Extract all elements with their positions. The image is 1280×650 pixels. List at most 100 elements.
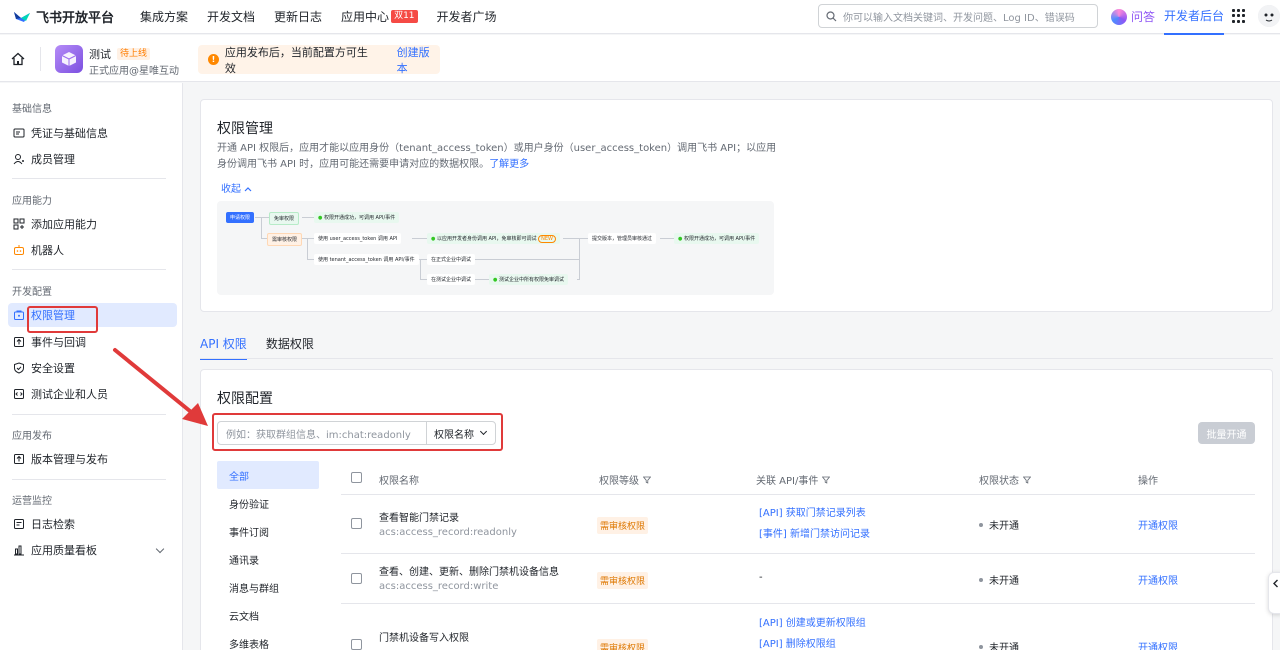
chevron-up-icon bbox=[244, 187, 252, 192]
feishu-logo-icon bbox=[14, 11, 30, 22]
select-all-checkbox[interactable] bbox=[351, 472, 362, 483]
category-auth[interactable]: 身份验证 bbox=[217, 489, 319, 517]
related-api-link[interactable]: [API] 删除权限组 bbox=[759, 635, 836, 650]
related-api-link[interactable]: [API] 创建或更新权限组 bbox=[759, 614, 866, 629]
event-icon bbox=[13, 336, 25, 348]
col-header-level-label: 权限等级 bbox=[599, 476, 639, 487]
app-name-text: 测试 bbox=[89, 48, 111, 61]
sidebar-item-add-capability[interactable]: 添加应用能力 bbox=[8, 212, 177, 236]
col-header-api[interactable]: 关联 API/事件 bbox=[756, 472, 831, 487]
sidebar-divider bbox=[12, 479, 166, 480]
filter-icon bbox=[822, 476, 831, 484]
category-docs[interactable]: 云文档 bbox=[217, 601, 319, 629]
category-events[interactable]: 事件订阅 bbox=[217, 517, 319, 545]
enable-permission-link[interactable]: 开通权限 bbox=[1138, 639, 1178, 650]
col-header-api-label: 关联 API/事件 bbox=[756, 476, 819, 487]
flow-test-free: ● 测试企业中所有权限免审调试 bbox=[489, 274, 568, 285]
shield-icon bbox=[13, 362, 25, 374]
config-title: 权限配置 bbox=[217, 391, 273, 407]
flow-connector bbox=[420, 279, 427, 280]
tab-data-permissions[interactable]: 数据权限 bbox=[266, 335, 314, 360]
status-text: 未开通 bbox=[989, 576, 1019, 587]
nav-developer-square[interactable]: 开发者广场 bbox=[437, 8, 497, 25]
sidebar-group-dev-config: 开发配置 bbox=[12, 287, 52, 298]
search-placeholder: 你可以输入文档关键词、开发问题、Log ID、错误码 bbox=[843, 12, 1075, 24]
sidebar-item-credentials[interactable]: 凭证与基础信息 bbox=[8, 121, 177, 145]
nav-app-center[interactable]: 应用中心 双11 bbox=[341, 8, 418, 25]
category-contacts[interactable]: 通讯录 bbox=[217, 545, 319, 573]
flow-connector bbox=[579, 238, 580, 279]
sidebar-item-members[interactable]: 成员管理 bbox=[8, 147, 177, 171]
flow-connector bbox=[261, 217, 262, 238]
annotation-highlight-permissions bbox=[27, 306, 98, 333]
flow-connector bbox=[577, 279, 580, 280]
ask-button[interactable]: 问答 bbox=[1111, 8, 1155, 25]
related-api-link[interactable]: [API] 获取门禁记录列表 bbox=[759, 504, 866, 519]
row-checkbox[interactable] bbox=[351, 518, 362, 529]
brand-name: 飞书开放平台 bbox=[36, 11, 115, 26]
status-dot bbox=[979, 577, 983, 582]
app-icon[interactable] bbox=[55, 45, 83, 73]
flow-connector bbox=[255, 217, 269, 218]
page-title: 权限管理 bbox=[217, 121, 273, 137]
apps-grid-icon[interactable] bbox=[1232, 9, 1246, 23]
test-icon bbox=[13, 388, 25, 400]
permission-icon bbox=[13, 309, 25, 321]
flow-new-badge: NEW bbox=[538, 235, 556, 243]
floating-side-tab[interactable] bbox=[1268, 572, 1280, 614]
permission-scope: acs:access_record:readonly bbox=[379, 527, 517, 538]
developer-console-tab[interactable]: 开发者后台 bbox=[1164, 0, 1225, 35]
col-header-status[interactable]: 权限状态 bbox=[979, 472, 1031, 487]
sidebar-item-quality-board[interactable]: 应用质量看板 bbox=[8, 538, 177, 562]
category-bitable[interactable]: 多维表格 bbox=[217, 629, 319, 650]
related-event-link[interactable]: [事件] 新增门禁访问记录 bbox=[759, 525, 870, 540]
category-all[interactable]: 全部 bbox=[217, 461, 319, 489]
flow-success-2-text: 权限开通成功，可调用 API/事件 bbox=[683, 236, 756, 242]
collapse-toggle[interactable]: 收起 bbox=[221, 180, 252, 195]
learn-more-link[interactable]: 了解更多 bbox=[489, 159, 529, 170]
sidebar-item-versions[interactable]: 版本管理与发布 bbox=[8, 447, 177, 471]
permission-scope: acs:access_record:write bbox=[379, 581, 499, 592]
permission-name: 查看智能门禁记录 bbox=[379, 513, 459, 524]
create-version-link[interactable]: 创建版本 bbox=[397, 44, 440, 76]
flow-success-1-text: 权限开通成功，可调用 API/事件 bbox=[323, 215, 396, 221]
sidebar-item-label: 测试企业和人员 bbox=[31, 388, 108, 401]
flow-use-tenant-token: 使用 tenant_access_token 调用 API/事件 bbox=[314, 254, 419, 265]
row-checkbox[interactable] bbox=[351, 573, 362, 584]
permission-status: 未开通 bbox=[979, 572, 1019, 587]
flow-connector bbox=[412, 238, 427, 239]
home-icon[interactable] bbox=[10, 51, 26, 67]
batch-enable-button[interactable]: 批量开通 bbox=[1198, 422, 1255, 444]
chevron-left-icon bbox=[1272, 579, 1278, 588]
col-header-status-label: 权限状态 bbox=[979, 476, 1019, 487]
sidebar-item-logs[interactable]: 日志检索 bbox=[8, 512, 177, 536]
flow-debug-text: 以应用开发者身份调用 API，免审核即可调试 bbox=[436, 236, 537, 242]
filter-icon bbox=[1023, 476, 1031, 484]
sidebar-item-robot[interactable]: 机器人 bbox=[8, 238, 177, 262]
chevron-down-icon bbox=[155, 544, 165, 554]
col-header-level[interactable]: 权限等级 bbox=[599, 472, 651, 487]
level-badge: 需审核权限 bbox=[597, 639, 649, 650]
flow-no-review: 免审权限 bbox=[269, 212, 300, 225]
category-messages[interactable]: 消息与群组 bbox=[217, 573, 319, 601]
nav-docs[interactable]: 开发文档 bbox=[207, 8, 255, 25]
search-input[interactable]: 你可以输入文档关键词、开发问题、Log ID、错误码 bbox=[818, 4, 1098, 28]
sidebar-item-label: 日志检索 bbox=[31, 518, 75, 531]
brand[interactable]: 飞书开放平台 bbox=[12, 7, 128, 26]
nav-solutions[interactable]: 集成方案 bbox=[140, 8, 188, 25]
permission-tabs: API 权限 数据权限 bbox=[200, 335, 333, 360]
flow-test-free-text: 测试企业中所有权限免审调试 bbox=[498, 277, 564, 283]
publish-notice: ! 应用发布后，当前配置方可生效 创建版本 bbox=[198, 44, 440, 76]
enable-permission-link[interactable]: 开通权限 bbox=[1138, 572, 1178, 587]
enable-permission-link[interactable]: 开通权限 bbox=[1138, 517, 1178, 532]
permission-flow-diagram: 申请权限 免审权限 ● 权限开通成功，可调用 API/事件 需审核权限 使用 u… bbox=[217, 201, 774, 295]
row-checkbox[interactable] bbox=[351, 639, 362, 650]
permission-description: 开通 API 权限后，应用才能以应用身份（tenant_access_token… bbox=[217, 141, 777, 173]
flow-connector bbox=[475, 279, 489, 280]
app-header: 测试 待上线 正式应用@星唯互动 ! 应用发布后，当前配置方可生效 创建版本 bbox=[0, 35, 1280, 82]
flow-connector bbox=[660, 238, 674, 239]
nav-changelog[interactable]: 更新日志 bbox=[274, 8, 322, 25]
avatar[interactable] bbox=[1258, 5, 1280, 27]
grid-add-icon bbox=[13, 218, 25, 230]
permission-status: 未开通 bbox=[979, 517, 1019, 532]
